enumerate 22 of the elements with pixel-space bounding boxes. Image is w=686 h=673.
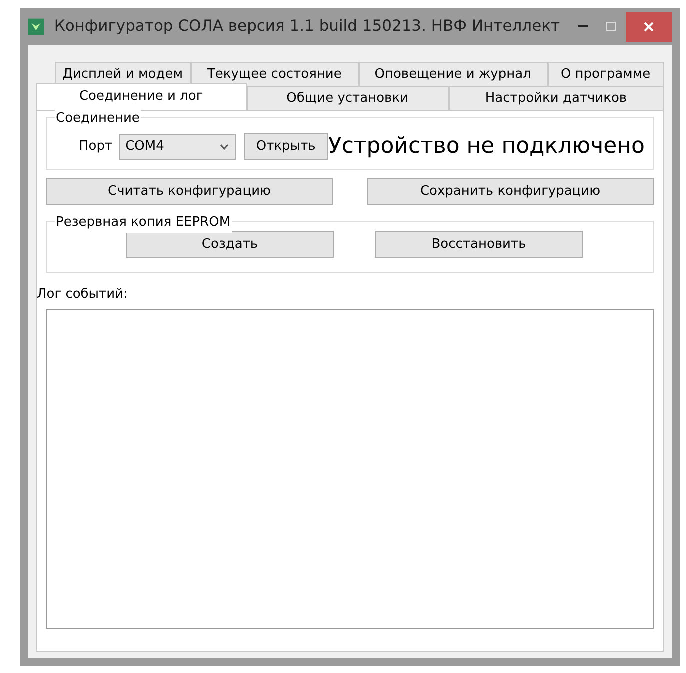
config-button[interactable]: Считать конфигурацию bbox=[46, 178, 333, 205]
tab[interactable]: Настройки датчиков bbox=[448, 86, 664, 110]
tab[interactable]: Общие установки bbox=[246, 86, 449, 110]
config-button[interactable]: Сохранить конфигурацию bbox=[367, 178, 654, 205]
window-title: Конфигуратор СОЛА версия 1.1 build 150213. НВФ Интеллект bbox=[54, 16, 560, 37]
app-icon bbox=[28, 18, 44, 36]
tab[interactable]: Оповещение и журнал bbox=[358, 62, 548, 86]
minimize-icon[interactable] bbox=[578, 25, 588, 28]
group-label: Резервная копия EEPROM bbox=[55, 213, 232, 232]
close-button[interactable] bbox=[626, 12, 672, 42]
tab[interactable]: Текущее состояние bbox=[190, 62, 359, 86]
tab[interactable]: О программе bbox=[548, 62, 664, 86]
port-dropdown[interactable]: COM4 bbox=[118, 134, 236, 160]
log-label: Лог событий: bbox=[37, 286, 128, 304]
chevron-down-icon bbox=[220, 144, 229, 150]
connection-status: Устройство не подключено bbox=[328, 133, 645, 161]
port-label: Порт bbox=[79, 138, 113, 156]
backup-button[interactable]: Восстановить bbox=[375, 231, 583, 258]
close-icon bbox=[644, 22, 654, 32]
open-button[interactable]: Открыть bbox=[244, 133, 328, 160]
tab[interactable]: Соединение и лог bbox=[36, 83, 247, 110]
backup-button[interactable]: Создать bbox=[126, 231, 334, 258]
